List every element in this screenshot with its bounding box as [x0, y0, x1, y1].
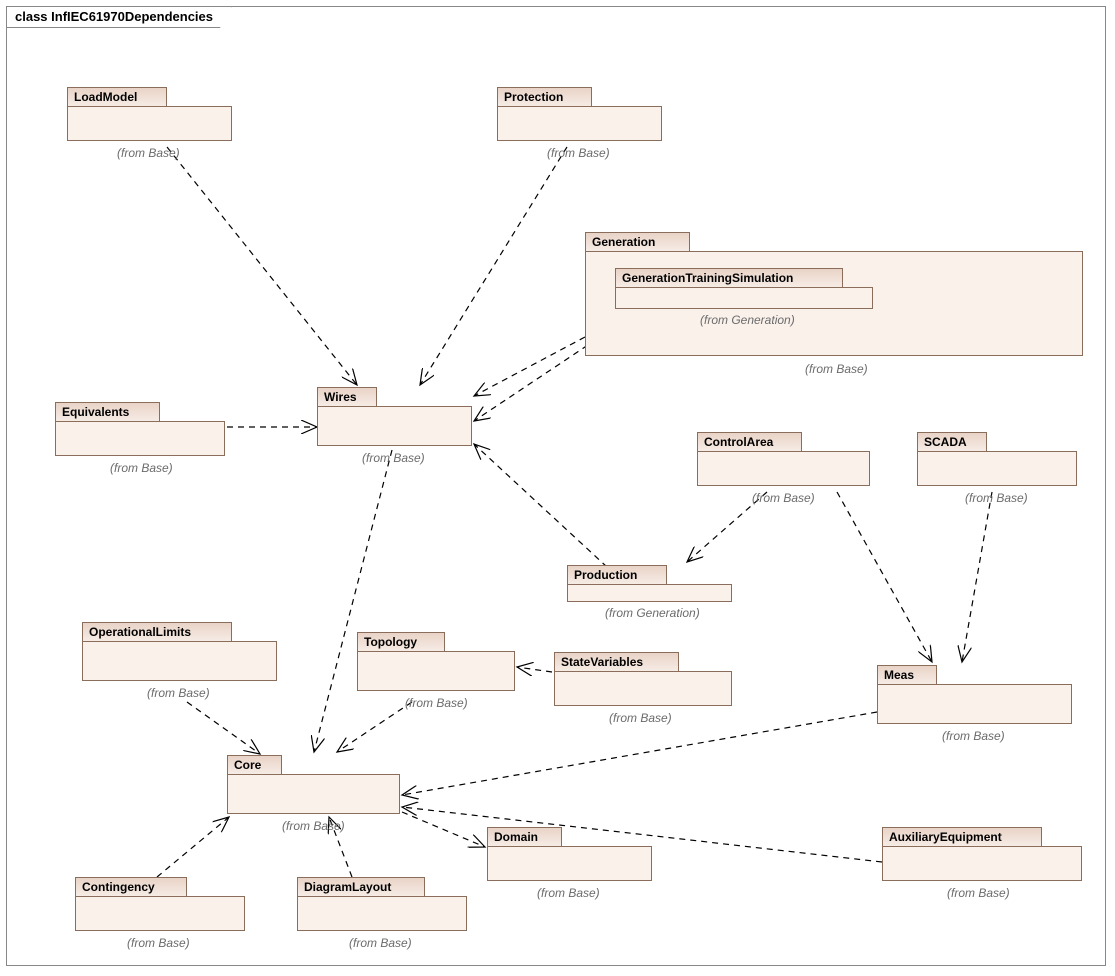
origin-label: (from Base): [965, 491, 1028, 505]
package-generation-label: Generation: [585, 232, 690, 252]
edge-generation-wires: [474, 337, 585, 396]
package-core-label: Core: [227, 755, 282, 775]
package-production-label: Production: [567, 565, 667, 585]
origin-label: (from Base): [127, 936, 190, 950]
edge-core-domain: [402, 812, 485, 847]
origin-label: (from Generation): [605, 606, 700, 620]
origin-label: (from Generation): [700, 313, 795, 327]
origin-label: (from Base): [282, 819, 345, 833]
package-diagramlayout-label: DiagramLayout: [297, 877, 425, 897]
package-equivalents-label: Equivalents: [55, 402, 160, 422]
edge-statevariables-topology: [517, 667, 552, 672]
origin-label: (from Base): [110, 461, 173, 475]
edge-protection-wires: [420, 147, 567, 385]
edge-production-wires: [474, 444, 607, 567]
origin-label: (from Base): [805, 362, 868, 376]
edge-controlarea-meas: [837, 492, 932, 662]
package-gentrainsim-label: GenerationTrainingSimulation: [615, 268, 843, 288]
package-controlarea-label: ControlArea: [697, 432, 802, 452]
origin-label: (from Base): [349, 936, 412, 950]
origin-label: (from Base): [147, 686, 210, 700]
origin-label: (from Base): [405, 696, 468, 710]
package-operationallimits-label: OperationalLimits: [82, 622, 232, 642]
origin-label: (from Base): [947, 886, 1010, 900]
origin-label: (from Base): [547, 146, 610, 160]
canvas: LoadModel (from Base) Protection (from B…: [7, 7, 1105, 965]
edge-scada-meas: [962, 492, 992, 662]
origin-label: (from Base): [362, 451, 425, 465]
package-contingency-label: Contingency: [75, 877, 187, 897]
package-auxeq-label: AuxiliaryEquipment: [882, 827, 1042, 847]
package-topology-label: Topology: [357, 632, 445, 652]
package-protection-label: Protection: [497, 87, 592, 107]
edge-oplimits-core: [187, 702, 260, 754]
origin-label: (from Base): [942, 729, 1005, 743]
package-statevariables-label: StateVariables: [554, 652, 679, 672]
origin-label: (from Base): [117, 146, 180, 160]
origin-label: (from Base): [537, 886, 600, 900]
origin-label: (from Base): [752, 491, 815, 505]
package-meas-label: Meas: [877, 665, 937, 685]
edge-contingency-core: [157, 817, 229, 877]
origin-label: (from Base): [609, 711, 672, 725]
edge-topology-core: [337, 702, 412, 752]
package-domain-label: Domain: [487, 827, 562, 847]
package-scada-label: SCADA: [917, 432, 987, 452]
edge-loadmodel-wires: [167, 147, 357, 385]
diagram-frame: class InfIEC61970Dependencies: [6, 6, 1106, 966]
edge-wires-core: [314, 450, 392, 752]
package-loadmodel-label: LoadModel: [67, 87, 167, 107]
package-wires-label: Wires: [317, 387, 377, 407]
